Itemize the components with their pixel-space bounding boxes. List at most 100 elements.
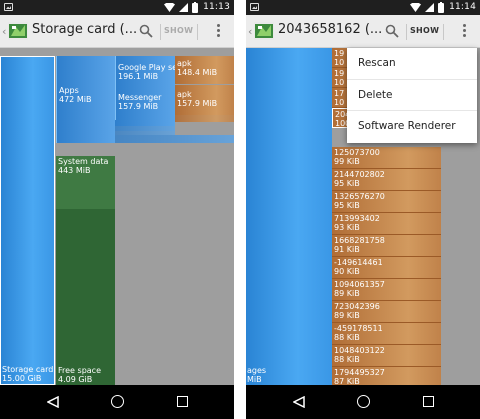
up-chevron-icon[interactable]: ‹ bbox=[2, 25, 6, 38]
file-name: 1794495327 bbox=[334, 368, 385, 377]
file-size: 90 KiB bbox=[334, 267, 360, 276]
file-size: 95 KiB bbox=[334, 179, 360, 188]
tile-small-app[interactable] bbox=[115, 135, 234, 143]
gallery-notification-icon bbox=[4, 3, 13, 11]
file-tile[interactable]: -149614461 90 KiB bbox=[332, 257, 441, 279]
tile-size: 196.1 MiB bbox=[118, 72, 159, 81]
recents-square-icon[interactable] bbox=[177, 396, 188, 407]
file-tile[interactable]: 1094061357 89 KiB bbox=[332, 279, 441, 301]
file-tile[interactable]: 2144702802 95 KiB bbox=[332, 169, 441, 191]
menu-item-delete[interactable]: Delete bbox=[347, 80, 477, 112]
file-size: 89 KiB bbox=[334, 289, 360, 298]
file-size: 95 KiB bbox=[334, 201, 360, 210]
tile-label: Google Play se bbox=[118, 63, 175, 72]
file-tile[interactable]: -459178511 88 KiB bbox=[332, 323, 441, 345]
tile-apk-1[interactable]: apk 148.4 MiB bbox=[175, 56, 234, 84]
search-icon[interactable] bbox=[139, 24, 153, 38]
file-name: 125073700 bbox=[334, 148, 380, 157]
tile-size: 443 MiB bbox=[58, 166, 91, 175]
tile-google-play[interactable]: Google Play se 196.1 MiB bbox=[115, 56, 175, 88]
file-name: 713993402 bbox=[334, 214, 380, 223]
file-name: -459178511 bbox=[334, 324, 383, 333]
signal-icon bbox=[425, 3, 434, 12]
tile-free-space[interactable]: Free space 4.09 GiB bbox=[56, 209, 115, 385]
file-size: 89 KiB bbox=[334, 311, 360, 320]
overflow-menu: Rescan Delete Software Renderer bbox=[347, 48, 477, 143]
menu-item-software-renderer[interactable]: Software Renderer bbox=[347, 111, 477, 143]
file-name: 1048403122 bbox=[334, 346, 385, 355]
tile-label: Messenger bbox=[118, 93, 162, 102]
page: 11:13 ‹ Storage card (... SHOW Storage c… bbox=[0, 0, 480, 419]
tile-label: ages bbox=[247, 366, 267, 375]
show-button[interactable]: SHOW bbox=[410, 26, 439, 35]
tile-size: 157.9 MiB bbox=[177, 99, 218, 108]
overflow-menu-icon[interactable] bbox=[463, 24, 467, 38]
page-title: 2043658162 (... bbox=[278, 22, 383, 37]
wifi-icon bbox=[164, 3, 175, 12]
file-size: 87 KiB bbox=[334, 377, 360, 385]
file-tile[interactable]: 1794495327 87 KiB bbox=[332, 367, 441, 385]
tile-messenger[interactable]: Messenger 157.9 MiB bbox=[115, 88, 175, 120]
page-title: Storage card (... bbox=[32, 22, 138, 37]
file-size: 93 KiB bbox=[334, 223, 360, 232]
back-triangle-icon[interactable] bbox=[293, 396, 305, 408]
show-button[interactable]: SHOW bbox=[164, 26, 193, 35]
tile-label: Free space bbox=[58, 366, 101, 375]
wifi-icon bbox=[410, 3, 421, 12]
divider bbox=[406, 24, 407, 40]
up-chevron-icon[interactable]: ‹ bbox=[248, 25, 252, 38]
phone-screen-folder: 11:14 ‹ 2043658162 (... SHOW ages MiB 19… bbox=[246, 0, 480, 419]
recents-square-icon[interactable] bbox=[423, 396, 434, 407]
file-size: 88 KiB bbox=[334, 333, 360, 342]
file-size: 99 KiB bbox=[334, 157, 360, 166]
tile-size: 472 MiB bbox=[59, 95, 92, 104]
home-circle-icon[interactable] bbox=[357, 395, 370, 408]
file-name: 723042396 bbox=[334, 302, 380, 311]
tile-small-apk[interactable] bbox=[175, 115, 234, 122]
treemap-app-icon[interactable] bbox=[8, 22, 28, 40]
action-bar: ‹ Storage card (... SHOW bbox=[0, 15, 234, 48]
tile-apk-2[interactable]: apk 157.9 MiB bbox=[175, 85, 234, 115]
overflow-menu-icon[interactable] bbox=[217, 24, 221, 38]
back-triangle-icon[interactable] bbox=[47, 396, 59, 408]
file-tile[interactable]: 125073700 99 KiB bbox=[332, 147, 441, 169]
tile-size: 15.00 GiB bbox=[2, 374, 42, 383]
status-bar: 11:14 bbox=[246, 0, 480, 15]
tile-size: 4.09 GiB bbox=[58, 375, 93, 384]
navigation-bar bbox=[0, 385, 234, 419]
gallery-notification-icon bbox=[250, 3, 259, 11]
file-tile[interactable]: 723042396 89 KiB bbox=[332, 301, 441, 323]
treemap-view[interactable]: Storage card 15.00 GiB Apps 472 MiB Goog… bbox=[0, 48, 234, 385]
file-size: 91 KiB bbox=[334, 245, 360, 254]
menu-item-rescan[interactable]: Rescan bbox=[347, 48, 477, 80]
divider bbox=[443, 24, 444, 40]
tile-label: System data bbox=[58, 157, 109, 166]
file-tile[interactable]: 1048403122 88 KiB bbox=[332, 345, 441, 367]
tile-images-folder[interactable]: ages MiB bbox=[246, 48, 332, 385]
treemap-app-icon[interactable] bbox=[254, 22, 274, 40]
tile-storage-card[interactable]: Storage card 15.00 GiB bbox=[0, 56, 55, 385]
file-name: -149614461 bbox=[334, 258, 383, 267]
search-icon[interactable] bbox=[385, 24, 399, 38]
file-size: 88 KiB bbox=[334, 355, 360, 364]
tile-size: 148.4 MiB bbox=[177, 68, 218, 77]
home-circle-icon[interactable] bbox=[111, 395, 124, 408]
file-tile[interactable]: 713993402 93 KiB bbox=[332, 213, 441, 235]
file-name: 1094061357 bbox=[334, 280, 385, 289]
signal-icon bbox=[179, 3, 188, 12]
tile-size: MiB bbox=[247, 375, 262, 384]
tile-size: 157.9 MiB bbox=[118, 102, 159, 111]
action-bar: ‹ 2043658162 (... SHOW bbox=[246, 15, 480, 48]
status-time: 11:14 bbox=[449, 2, 476, 12]
file-tile[interactable]: 1668281758 91 KiB bbox=[332, 235, 441, 257]
tile-label: apk bbox=[177, 59, 192, 68]
tile-system-data[interactable]: System data 443 MiB bbox=[56, 156, 115, 209]
tile-apps[interactable]: Apps 472 MiB bbox=[56, 56, 115, 143]
divider bbox=[160, 24, 161, 40]
phone-screen-storage: 11:13 ‹ Storage card (... SHOW Storage c… bbox=[0, 0, 234, 419]
tile-label: Apps bbox=[59, 86, 79, 95]
tile-label: apk bbox=[177, 90, 192, 99]
file-name: 2144702802 bbox=[334, 170, 385, 179]
file-tile[interactable]: 1326576270 95 KiB bbox=[332, 191, 441, 213]
battery-icon bbox=[438, 2, 444, 13]
